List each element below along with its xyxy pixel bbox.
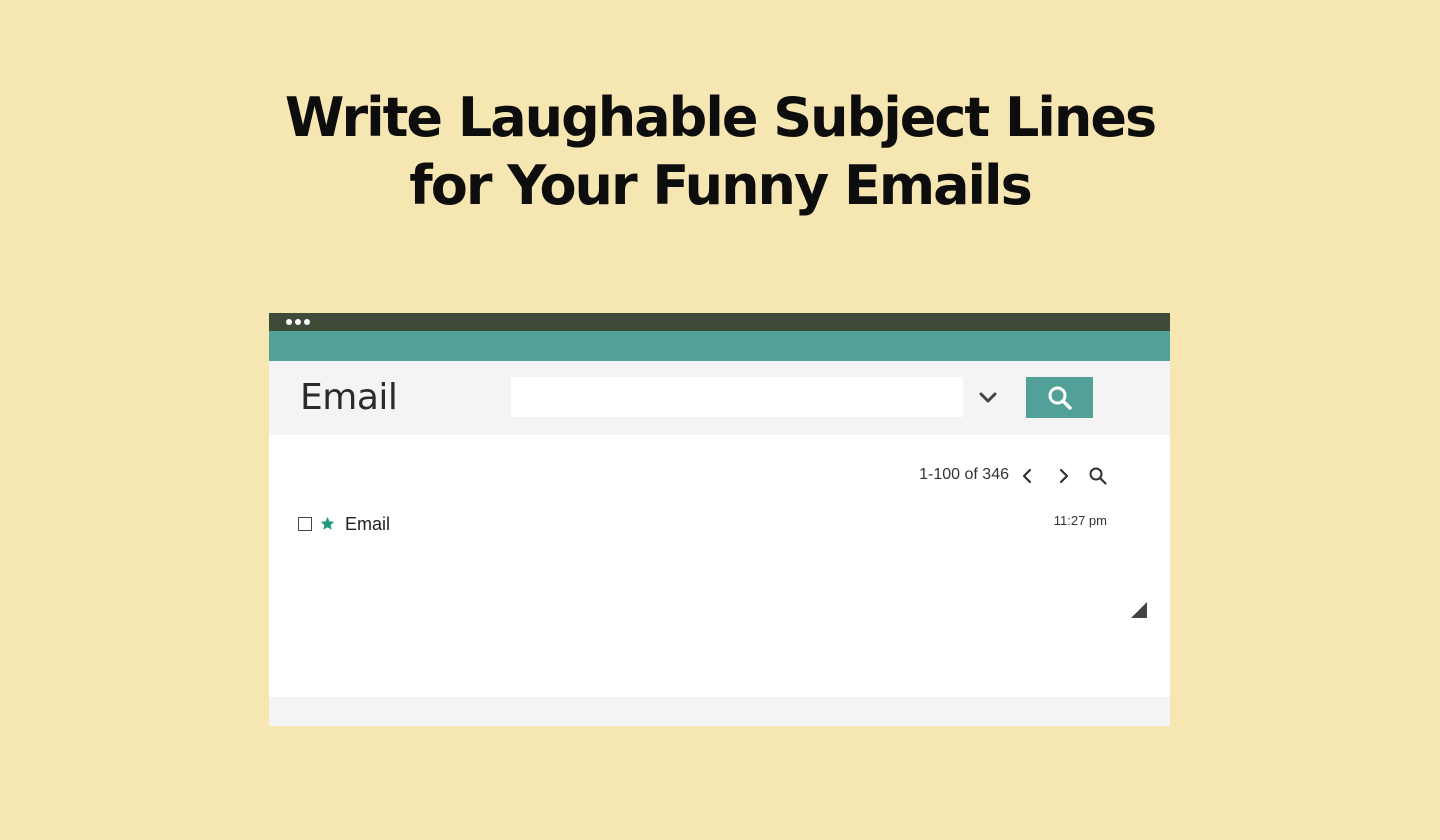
- list-search-button[interactable]: [1087, 465, 1109, 487]
- email-timestamp: 11:27 pm: [1053, 513, 1107, 528]
- headline-line-2: for Your Funny Emails: [409, 154, 1032, 217]
- search-icon: [1089, 467, 1107, 485]
- resize-handle-icon: [1131, 602, 1147, 618]
- header-accent-bar: [269, 331, 1170, 361]
- app-title: Email: [300, 377, 398, 418]
- search-input[interactable]: [511, 377, 963, 417]
- pagination-count: 1-100 of 346: [919, 466, 1009, 483]
- window-dot-2[interactable]: [295, 319, 301, 325]
- chevron-right-icon: [1059, 468, 1069, 484]
- email-list-row[interactable]: Email 11:27 pm: [269, 511, 1170, 539]
- window-controls: [286, 319, 310, 325]
- toolbar: Email: [269, 361, 1170, 435]
- window-footer: [269, 697, 1170, 726]
- search-icon: [1048, 386, 1072, 410]
- window-titlebar: [269, 313, 1170, 331]
- email-subject[interactable]: Email: [345, 514, 390, 535]
- chevron-down-icon: [979, 392, 997, 403]
- window-dot-3[interactable]: [304, 319, 310, 325]
- search-options-dropdown[interactable]: [975, 385, 1001, 411]
- page-headline: Write Laughable Subject Lines for Your F…: [0, 84, 1440, 220]
- previous-page-button[interactable]: [1016, 465, 1038, 487]
- search-button[interactable]: [1026, 377, 1093, 418]
- star-toggle[interactable]: [319, 514, 335, 532]
- star-icon: [320, 516, 334, 530]
- pagination-bar: 1-100 of 346: [269, 463, 1170, 489]
- row-checkbox[interactable]: [298, 517, 312, 531]
- resize-handle[interactable]: [1130, 601, 1148, 619]
- next-page-button[interactable]: [1053, 465, 1075, 487]
- email-app-window: Email 1-100 of 346 Email 11:27 pm: [269, 313, 1170, 726]
- chevron-left-icon: [1022, 468, 1032, 484]
- headline-line-1: Write Laughable Subject Lines: [284, 86, 1157, 149]
- window-dot-1[interactable]: [286, 319, 292, 325]
